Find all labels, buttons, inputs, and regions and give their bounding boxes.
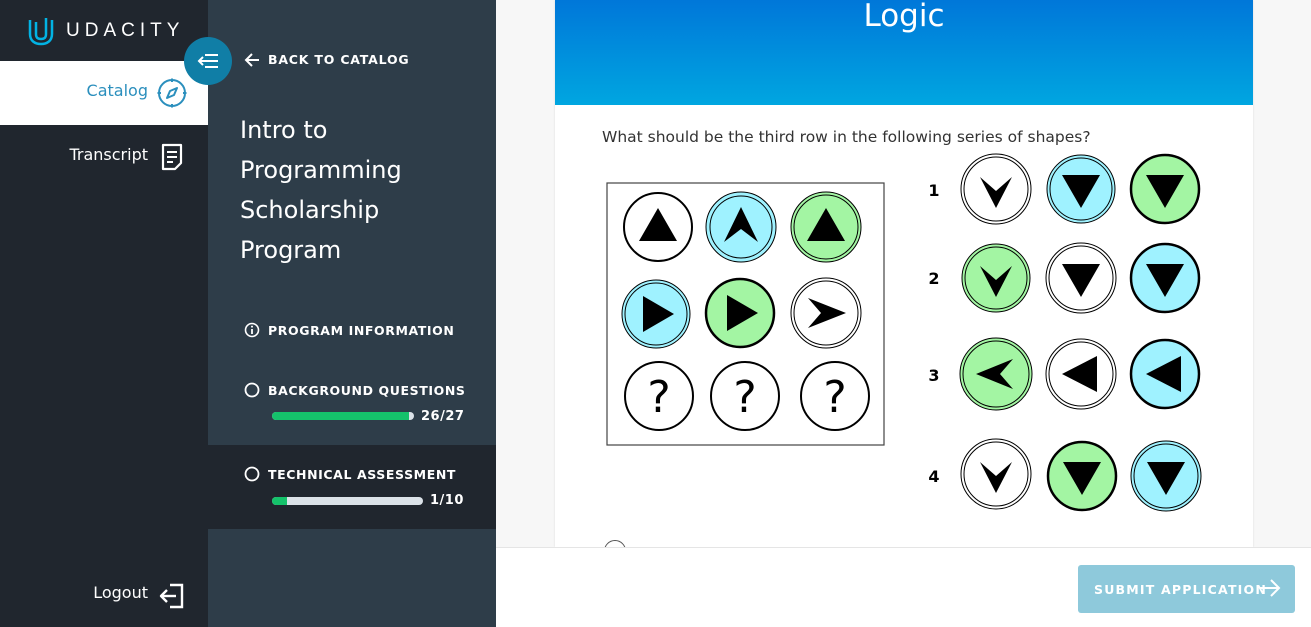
grid-shape (623, 192, 693, 262)
option-shape (959, 337, 1033, 411)
grid-shape (621, 279, 691, 349)
question-card: Logic What should be the third row in th… (555, 0, 1253, 547)
nav-logout-label: Logout (93, 583, 148, 602)
nav-transcript-label: Transcript (69, 145, 148, 164)
svg-text:?: ? (733, 372, 756, 423)
option-shape (1046, 154, 1116, 224)
submit-application-button[interactable]: SUBMIT APPLICATION (1078, 565, 1295, 613)
option-shape (961, 243, 1031, 313)
grid-shape (705, 191, 777, 263)
sidebar-item-technical-assessment[interactable]: TECHNICAL ASSESSMENT (244, 466, 456, 482)
sidebar-item-label: PROGRAM INFORMATION (268, 322, 455, 338)
answer-radio-button[interactable] (604, 540, 626, 547)
question-text: What should be the third row in the foll… (602, 128, 1091, 146)
sidebar-item-label: TECHNICAL ASSESSMENT (268, 466, 457, 482)
grid-unknown: ? (624, 361, 694, 431)
nav-item-transcript[interactable]: Transcript (0, 125, 208, 189)
transcript-icon (161, 143, 183, 171)
option-shape (1045, 338, 1117, 410)
option-shape (1046, 440, 1118, 512)
program-title: Intro to Programming Scholarship Program (240, 110, 402, 270)
nav-catalog-label: Catalog (86, 81, 148, 100)
compass-icon (157, 78, 187, 108)
sidebar-item-label: BACKGROUND QUESTIONS (268, 382, 466, 398)
back-to-catalog-label: BACK TO CATALOG (268, 52, 410, 67)
grid-shape (704, 277, 776, 349)
sidebar-item-technical-assessment-active (208, 445, 496, 529)
arrow-right-icon (1260, 579, 1281, 597)
option-label: 4 (928, 467, 939, 486)
option-label: 1 (928, 181, 939, 200)
progress-fill (272, 412, 409, 420)
udacity-logo[interactable]: UDACITY (28, 16, 184, 46)
progress-fill (272, 497, 288, 505)
circle-outline-icon (244, 466, 260, 482)
program-title-line: Programming (240, 156, 402, 184)
sidebar-item-program-information[interactable]: PROGRAM INFORMATION (244, 322, 454, 338)
option-shape (1129, 338, 1201, 410)
program-title-line: Program (240, 236, 342, 264)
collapse-menu-icon (197, 54, 218, 68)
logout-icon (159, 583, 184, 609)
option-shape (1130, 440, 1202, 512)
option-label: 3 (928, 366, 939, 385)
nav-item-logout[interactable]: Logout (0, 565, 208, 625)
nav-item-catalog[interactable]: Catalog (0, 61, 208, 125)
technical-assessment-progress-bar (272, 497, 423, 505)
main-nav: UDACITY Catalog Transcript Logout (0, 0, 208, 627)
svg-text:?: ? (823, 372, 846, 423)
background-questions-progress-bar (272, 412, 414, 420)
circle-outline-icon (244, 382, 260, 398)
footer-bar: SUBMIT APPLICATION (496, 547, 1311, 627)
arrow-left-icon (244, 52, 259, 67)
grid-shape (790, 191, 862, 263)
option-shape (1129, 242, 1201, 314)
option-shape (1129, 153, 1201, 225)
technical-assessment-count: 1/10 (430, 493, 464, 508)
background-questions-count: 26/27 (421, 409, 465, 424)
info-icon (244, 322, 260, 338)
collapse-sidebar-button[interactable] (184, 37, 232, 85)
grid-unknown: ? (800, 361, 870, 431)
back-to-catalog-link[interactable]: BACK TO CATALOG (244, 52, 409, 67)
program-title-line: Scholarship (240, 196, 380, 224)
grid-shape (790, 277, 862, 349)
svg-text:?: ? (647, 372, 670, 423)
main-content: Logic What should be the third row in th… (496, 0, 1311, 627)
section-title: Logic (863, 0, 945, 34)
option-shape (960, 438, 1032, 510)
sidebar-item-background-questions[interactable]: BACKGROUND QUESTIONS (244, 382, 466, 398)
grid-unknown: ? (710, 361, 780, 431)
section-header: Logic (555, 0, 1253, 105)
program-sidebar: BACK TO CATALOG Intro to Programming Sch… (208, 0, 496, 627)
option-shape (1045, 242, 1117, 314)
brand-name: UDACITY (66, 20, 185, 41)
program-title-line: Intro to (240, 116, 328, 144)
shape-series-figure: ? ? ? 1 2 3 4 (606, 153, 1202, 512)
udacity-logo-icon (28, 18, 54, 46)
option-shape (960, 153, 1032, 225)
submit-application-label: SUBMIT APPLICATION (1094, 581, 1268, 597)
option-label: 2 (928, 269, 939, 288)
